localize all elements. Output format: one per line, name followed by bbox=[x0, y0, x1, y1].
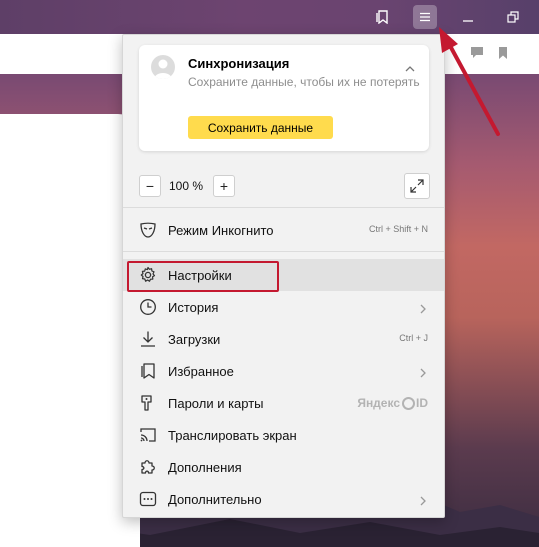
zoom-in-button[interactable]: + bbox=[213, 175, 235, 197]
chevron-right-icon bbox=[420, 365, 426, 383]
more-dots-icon bbox=[138, 489, 158, 509]
chevron-right-icon bbox=[420, 493, 426, 511]
menu-item-cast[interactable]: Транслировать экран bbox=[123, 419, 444, 451]
menu-item-label: Загрузки bbox=[168, 332, 221, 347]
yandex-id-ring-icon bbox=[402, 396, 415, 410]
highlight-outline bbox=[127, 261, 279, 292]
yandex-id-badge: Яндекс ID bbox=[357, 396, 428, 410]
incognito-mask-icon bbox=[138, 220, 158, 240]
menu-icon[interactable] bbox=[413, 5, 437, 29]
menu-item-passwords[interactable]: Пароли и карты Яндекс ID bbox=[123, 387, 444, 419]
minimize-icon[interactable] bbox=[456, 5, 480, 29]
menu-item-downloads[interactable]: Загрузки Ctrl + J bbox=[123, 323, 444, 355]
menu-item-incognito[interactable]: Режим Инкогнито Ctrl + Shift + N bbox=[123, 214, 444, 246]
sync-title: Синхронизация bbox=[188, 56, 290, 71]
sync-subtitle: Сохраните данные, чтобы их не потерять bbox=[188, 75, 420, 89]
menu-item-label: Дополнения bbox=[168, 460, 242, 475]
bookmarks-icon bbox=[138, 361, 158, 381]
divider bbox=[123, 207, 444, 208]
page-content-card bbox=[0, 114, 140, 547]
divider bbox=[123, 251, 444, 252]
zoom-level: 100 % bbox=[169, 179, 204, 193]
menu-item-settings[interactable]: Настройки bbox=[123, 259, 444, 292]
menu-item-label: Транслировать экран bbox=[168, 428, 297, 443]
menu-item-more[interactable]: Дополнительно bbox=[123, 483, 444, 515]
avatar bbox=[151, 55, 175, 79]
yandex-id-suffix: ID bbox=[416, 396, 428, 410]
menu-item-label: Режим Инкогнито bbox=[168, 223, 274, 238]
menu-item-favorites[interactable]: Избранное bbox=[123, 355, 444, 387]
cast-icon bbox=[138, 425, 158, 445]
menu-item-label: Избранное bbox=[168, 364, 234, 379]
zoom-out-button[interactable]: − bbox=[139, 175, 161, 197]
bookmark-icon[interactable] bbox=[498, 46, 508, 65]
puzzle-icon bbox=[138, 457, 158, 477]
shortcut-label: Ctrl + Shift + N bbox=[368, 224, 428, 234]
title-bar bbox=[0, 0, 539, 34]
restore-icon[interactable] bbox=[501, 5, 525, 29]
sync-card: Синхронизация Сохраните данные, чтобы их… bbox=[139, 45, 429, 151]
chevron-up-icon[interactable] bbox=[405, 59, 415, 77]
chevron-right-icon bbox=[420, 301, 426, 319]
fullscreen-icon bbox=[410, 179, 424, 193]
fullscreen-button[interactable] bbox=[404, 173, 430, 199]
bookmarks-icon[interactable] bbox=[370, 5, 394, 29]
menu-item-extensions[interactable]: Дополнения bbox=[123, 451, 444, 483]
menu-item-label: История bbox=[168, 300, 219, 315]
yandex-id-prefix: Яндекс bbox=[357, 396, 400, 410]
menu-item-label: Пароли и карты bbox=[168, 396, 264, 411]
browser-menu: Синхронизация Сохраните данные, чтобы их… bbox=[122, 34, 445, 518]
download-icon bbox=[138, 329, 158, 349]
comment-icon[interactable] bbox=[470, 46, 484, 64]
key-icon bbox=[138, 393, 158, 413]
clock-icon bbox=[138, 297, 158, 317]
zoom-row: − 100 % + bbox=[123, 167, 444, 205]
shortcut-label: Ctrl + J bbox=[399, 333, 428, 343]
save-data-button[interactable]: Сохранить данные bbox=[188, 116, 333, 139]
menu-item-history[interactable]: История bbox=[123, 291, 444, 323]
menu-item-label: Дополнительно bbox=[168, 492, 262, 507]
